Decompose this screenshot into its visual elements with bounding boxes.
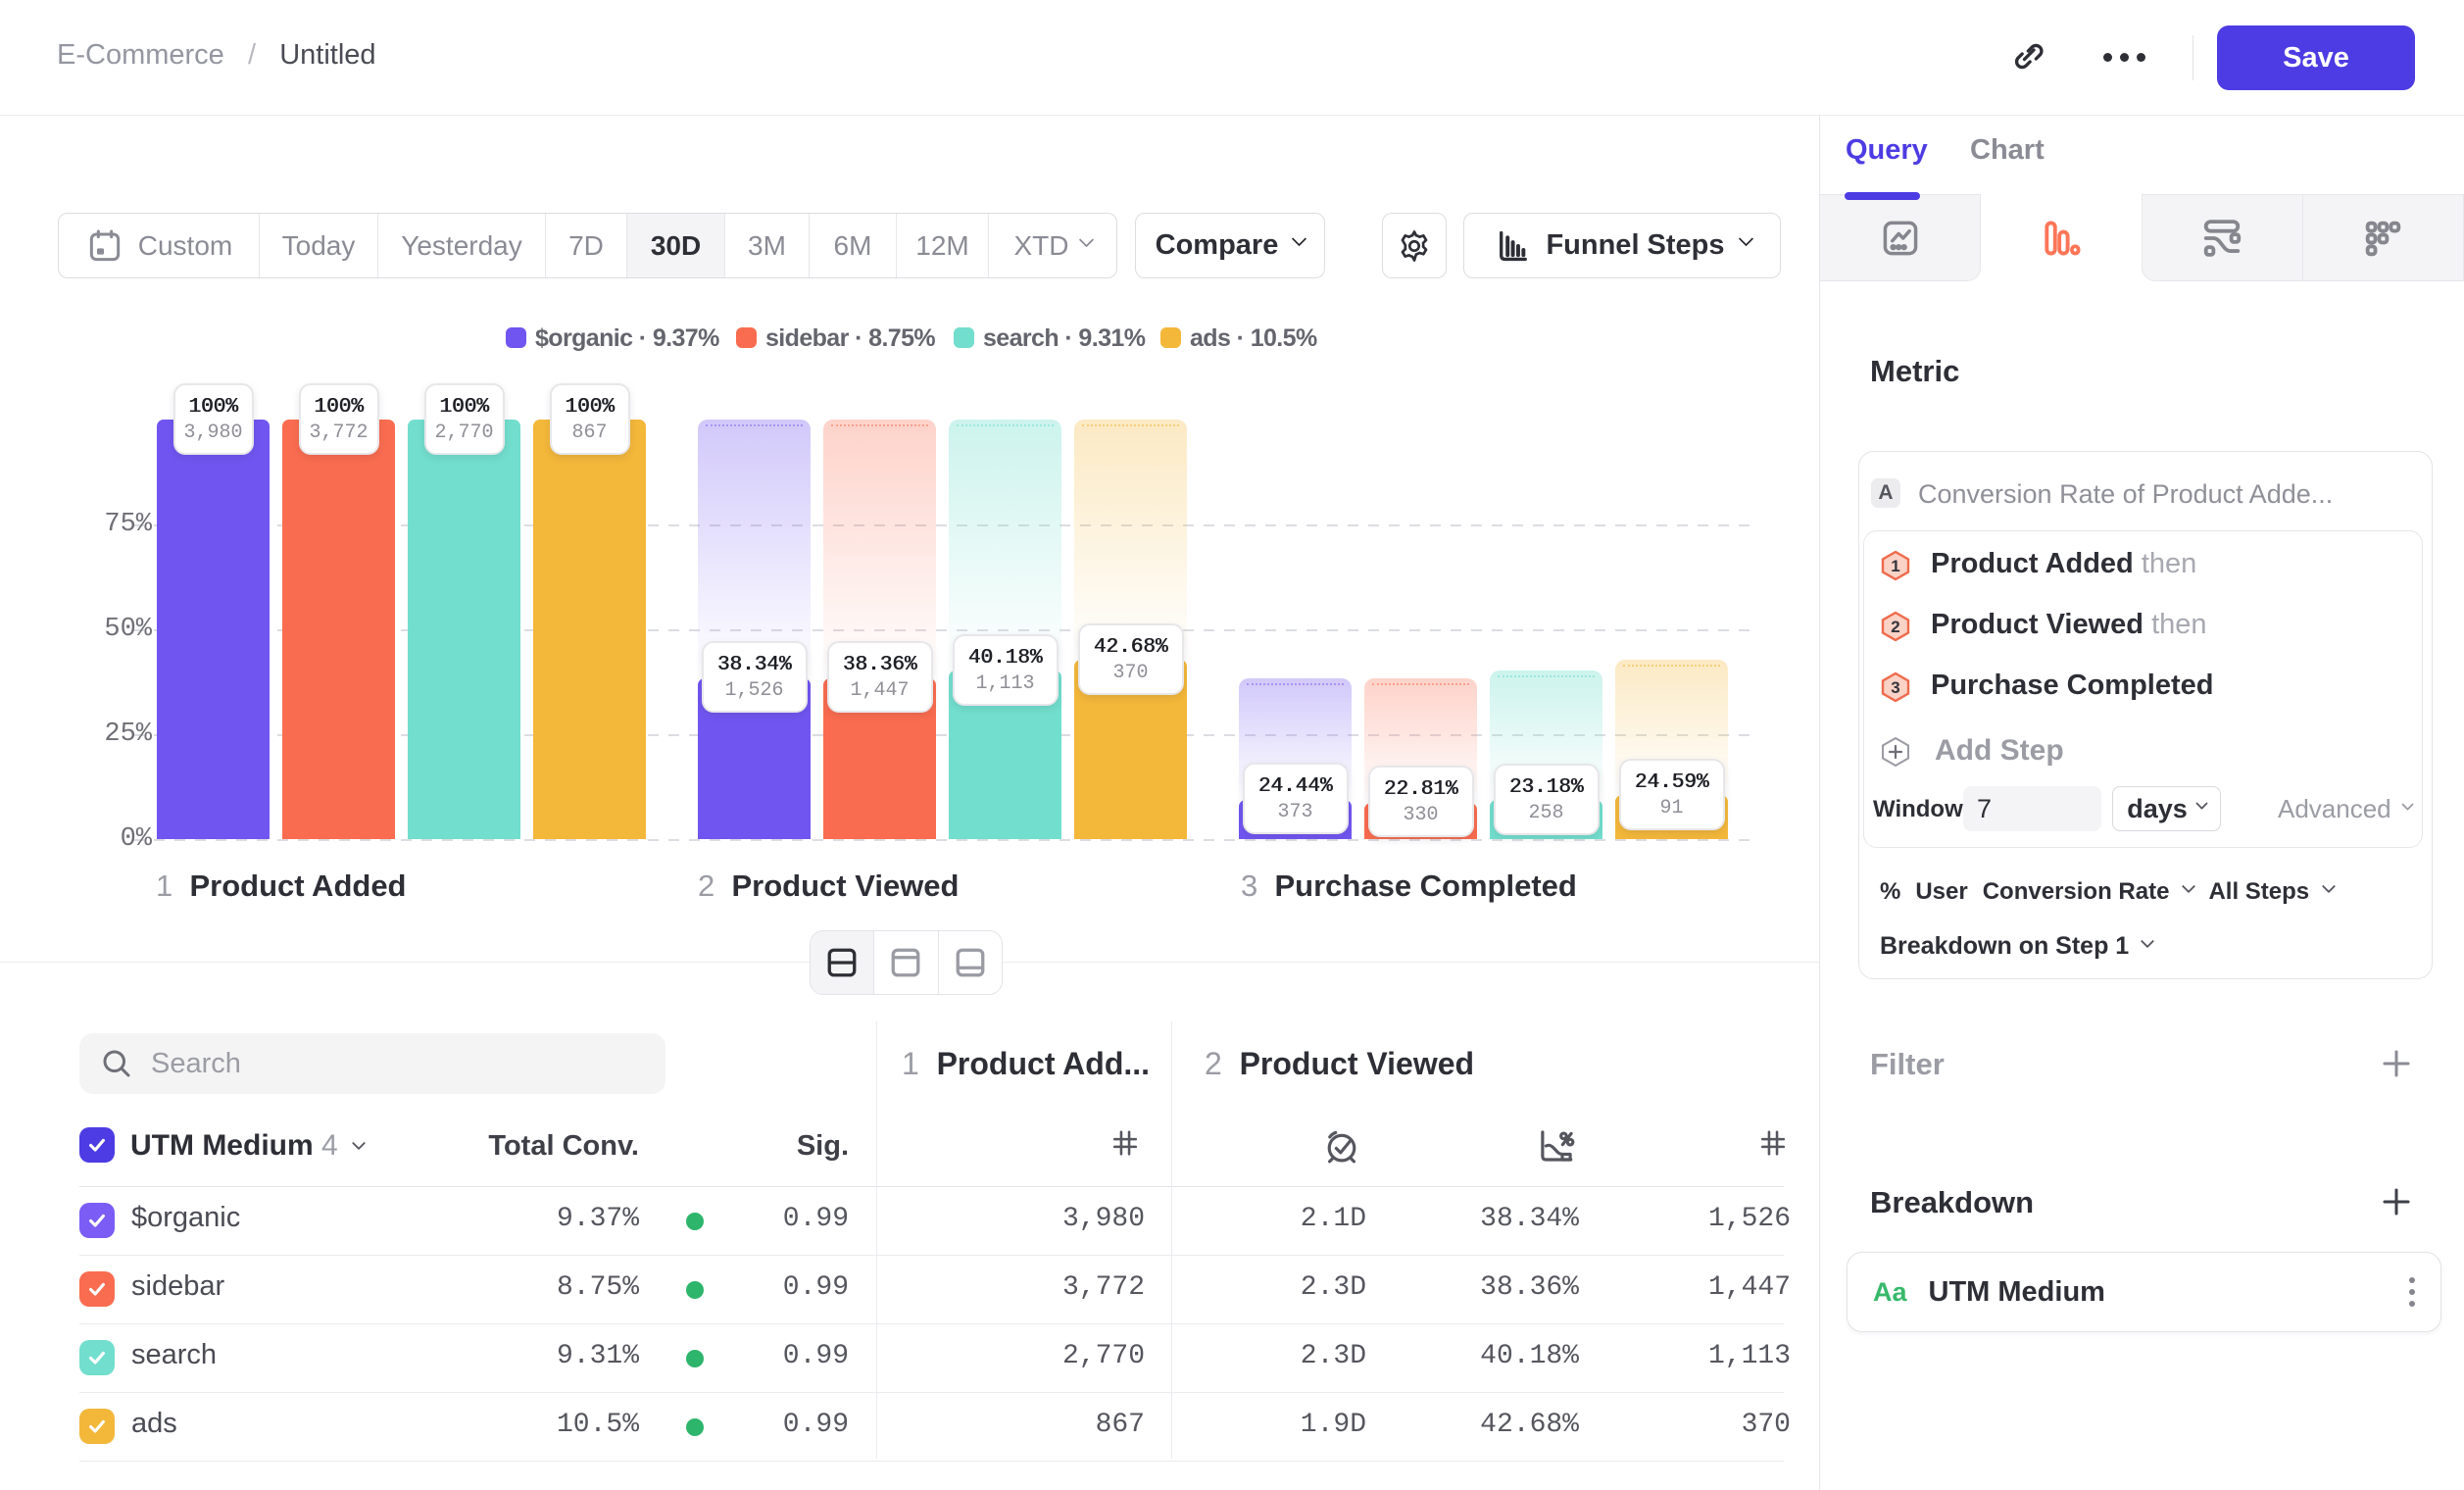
- svg-text:1: 1: [1891, 557, 1899, 575]
- svg-text:2: 2: [1891, 618, 1899, 636]
- svg-text:3: 3: [1891, 678, 1899, 697]
